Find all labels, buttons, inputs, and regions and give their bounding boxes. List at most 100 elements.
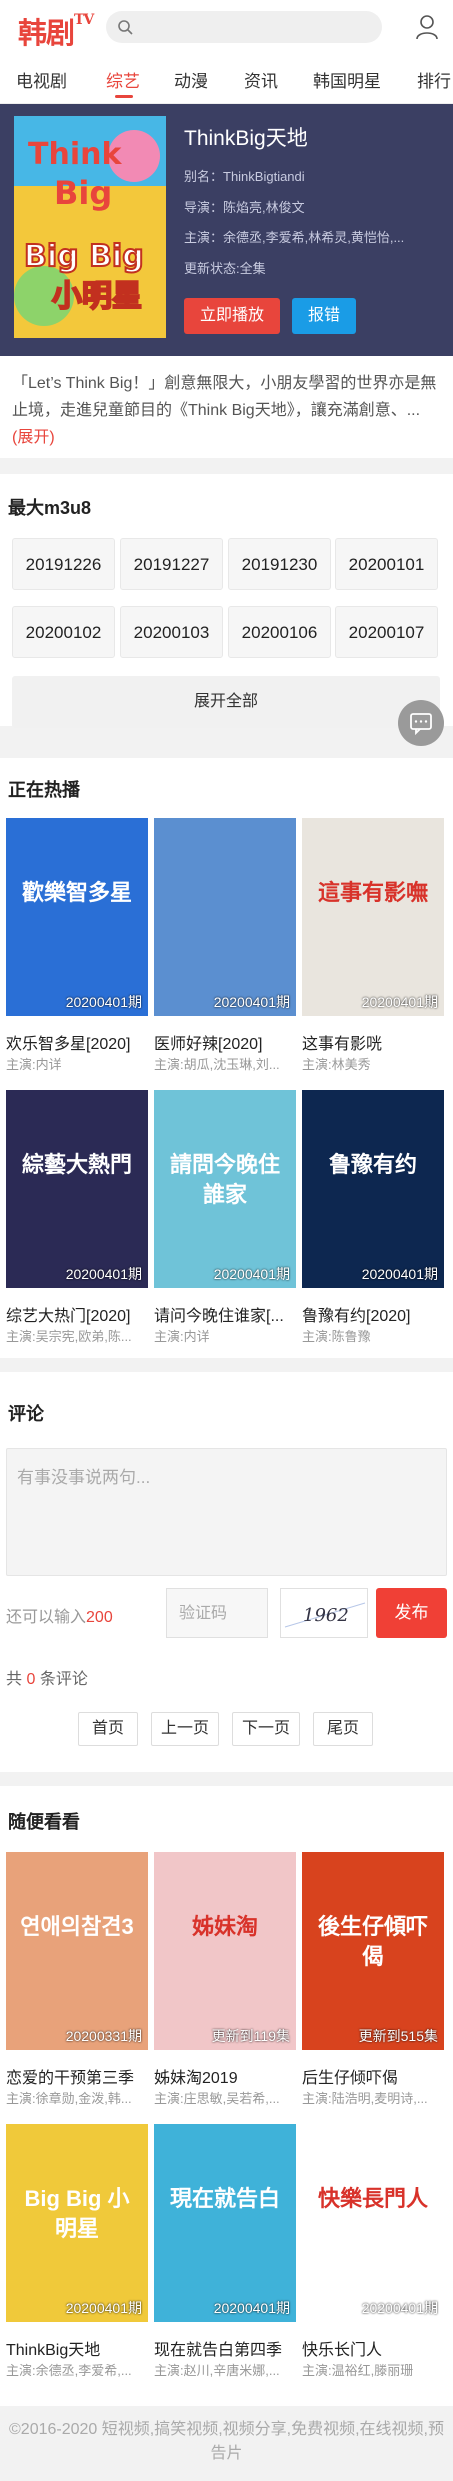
episode-button[interactable]: 20200107 — [335, 606, 438, 658]
captcha-image[interactable]: 1962 — [280, 1588, 368, 1638]
card-title[interactable]: 姊妹淘2019 — [154, 2064, 300, 2088]
poster-bigbig: Big Big — [24, 239, 144, 274]
thumbnail-caption: 연애의참견3 — [20, 1914, 134, 1939]
episode-button[interactable]: 20200103 — [120, 606, 223, 658]
episode-button[interactable]: 20200106 — [228, 606, 331, 658]
card-thumbnail[interactable]: Big Big 小明星 20200401期 — [6, 2124, 148, 2322]
comment-textarea[interactable]: 有事没事说两句... — [6, 1448, 447, 1576]
card-title[interactable]: 综艺大热门[2020] — [6, 1302, 152, 1326]
episode-badge: 20200401期 — [361, 994, 438, 1010]
episode-badge: 更新到515集 — [358, 2028, 438, 2044]
nav-item-tv[interactable]: 电视剧 — [16, 67, 67, 92]
search-input[interactable] — [138, 11, 374, 43]
card-thumbnail[interactable]: 연애의참견3 20200331期 — [6, 1852, 148, 2050]
nav-item-news[interactable]: 资讯 — [244, 67, 278, 92]
card-cast: 主演:赵川,辛唐米娜,... — [154, 2363, 280, 2378]
expand-description-link[interactable]: (展开) — [12, 429, 55, 446]
show-poster[interactable]: Think Big Big Big 小明星 — [14, 116, 166, 338]
card-title[interactable]: ThinkBig天地 — [6, 2336, 152, 2360]
nav-item-variety[interactable]: 综艺 — [106, 67, 140, 92]
episode-button[interactable]: 20200101 — [335, 538, 438, 590]
nav-active-underline — [115, 95, 133, 98]
card-title[interactable]: 欢乐智多星[2020] — [6, 1030, 152, 1054]
comment-title: 评论 — [8, 1404, 44, 1424]
thumbnail-caption: 歡樂智多星 — [21, 880, 132, 905]
comment-count-suffix: 条评论 — [39, 1671, 88, 1688]
nav-item-rank[interactable]: 排行 — [417, 67, 451, 92]
play-button[interactable]: 立即播放 — [184, 298, 280, 334]
chat-float-button[interactable] — [398, 700, 444, 746]
episode-badge: 20200401期 — [213, 2300, 290, 2316]
show-title: ThinkBig天地 — [184, 127, 308, 150]
pager-next[interactable]: 下一页 — [232, 1712, 300, 1746]
card-cast: 主演:庄思敏,吴若希,... — [154, 2091, 280, 2106]
report-button[interactable]: 报错 — [292, 298, 356, 334]
poster-art: Think Big Big Big 小明星 — [14, 116, 166, 338]
nav-item-anime[interactable]: 动漫 — [174, 67, 208, 92]
logo-sup: TV — [74, 12, 94, 29]
card-thumbnail[interactable]: 後生仔傾吓偈更新到515集 — [302, 1852, 444, 2050]
pager-last[interactable]: 尾页 — [313, 1712, 373, 1746]
card-cast: 主演:吴宗宪,欧弟,陈... — [6, 1329, 132, 1344]
card-thumbnail[interactable]: 歡樂智多星 20200401期 — [6, 818, 148, 1016]
nav-item-stars[interactable]: 韩国明星 — [313, 67, 381, 92]
logo-text: 韩剧 — [18, 16, 75, 50]
card-cast: 主演:内详 — [6, 1057, 62, 1072]
episode-button[interactable]: 20191226 — [12, 538, 115, 590]
chars-left-count: 200 — [86, 1609, 113, 1626]
card-thumbnail[interactable]: 快樂長門人 20200401期 — [302, 2124, 444, 2322]
card-cast: 主演:陆浩明,麦明诗,... — [302, 2091, 428, 2106]
pager-first[interactable]: 首页 — [78, 1712, 138, 1746]
show-status: 更新状态:全集 — [184, 261, 266, 276]
hot-title: 正在热播 — [8, 780, 80, 800]
episode-badge: 20200401期 — [213, 994, 290, 1010]
card-title[interactable]: 快乐长门人 — [302, 2336, 448, 2360]
episode-button[interactable]: 20191230 — [228, 538, 331, 590]
pager-prev[interactable]: 上一页 — [151, 1712, 219, 1746]
chars-left: 还可以输入200 — [6, 1603, 113, 1627]
thumbnail-caption: 快樂長門人 — [317, 2186, 428, 2211]
card-thumbnail[interactable]: 20200401期 — [154, 818, 296, 1016]
show-all-button[interactable]: 展开全部 — [12, 676, 440, 728]
site-logo[interactable]: 韩剧TV — [18, 10, 94, 52]
thumbnail-caption: 現在就告白 — [169, 2186, 280, 2211]
poster-think: Think — [28, 137, 122, 172]
thumbnail-caption: Big Big 小明星 — [24, 2186, 130, 2241]
card-thumbnail[interactable]: 綜藝大熱門 20200401期 — [6, 1090, 148, 1288]
card-title[interactable]: 鲁豫有约[2020] — [302, 1302, 448, 1326]
card-cast: 主演:徐章勋,金泼,韩... — [6, 2091, 132, 2106]
card-title[interactable]: 后生仔倾吓偈 — [302, 2064, 448, 2088]
user-icon[interactable] — [415, 14, 439, 40]
header: 韩剧TV — [0, 0, 453, 56]
episode-button[interactable]: 20200102 — [12, 606, 115, 658]
card-title[interactable]: 恋爱的干预第三季 — [6, 2064, 152, 2088]
card-thumbnail[interactable]: 姊妹淘 更新到119集 — [154, 1852, 296, 2050]
m3u8-title: 最大m3u8 — [8, 498, 92, 518]
card-cast: 主演:胡瓜,沈玉琳,刘... — [154, 1057, 280, 1072]
card-thumbnail[interactable]: 這事有影嘸 20200401期 — [302, 818, 444, 1016]
card-thumbnail[interactable]: 請問今晚住誰家 20200401期 — [154, 1090, 296, 1288]
show-cast: 主演：余德丞,李爱希,林希灵,黄恺怡,... — [184, 230, 405, 245]
card-title[interactable]: 现在就告白第四季 — [154, 2336, 300, 2360]
card-thumbnail[interactable]: 現在就告白 20200401期 — [154, 2124, 296, 2322]
publish-button[interactable]: 发布 — [376, 1588, 447, 1638]
card-thumbnail[interactable]: 鲁豫有约 20200401期 — [302, 1090, 444, 1288]
description-text: 「Let’s Think Big！」創意無限大，小朋友學習的世界亦是無止境，走進… — [12, 375, 437, 419]
search-box[interactable] — [106, 11, 382, 43]
category-nav: 电视剧 综艺 动漫 资讯 韩国明星 排行 — [0, 56, 453, 104]
thumbnail-caption: 綜藝大熱門 — [21, 1152, 132, 1177]
chars-left-label: 还可以输入 — [6, 1609, 87, 1626]
episode-badge: 20200401期 — [65, 994, 142, 1010]
thumbnail-caption: 後生仔傾吓偈 — [317, 1914, 428, 1969]
card-title[interactable]: 请问今晚住谁家[... — [154, 1302, 300, 1326]
episode-button[interactable]: 20191227 — [120, 538, 223, 590]
show-director: 导演：陈焰亮,林俊文 — [184, 200, 305, 215]
card-title[interactable]: 医师好辣[2020] — [154, 1030, 300, 1054]
captcha-input[interactable]: 验证码 — [166, 1588, 268, 1638]
card-cast: 主演:余德丞,李爱希,... — [6, 2363, 132, 2378]
comment-count-prefix: 共 — [6, 1671, 23, 1688]
search-icon — [118, 20, 133, 35]
chat-icon — [410, 713, 432, 736]
captcha-art: 1962 — [284, 1602, 366, 1628]
card-title[interactable]: 这事有影咣 — [302, 1030, 448, 1054]
